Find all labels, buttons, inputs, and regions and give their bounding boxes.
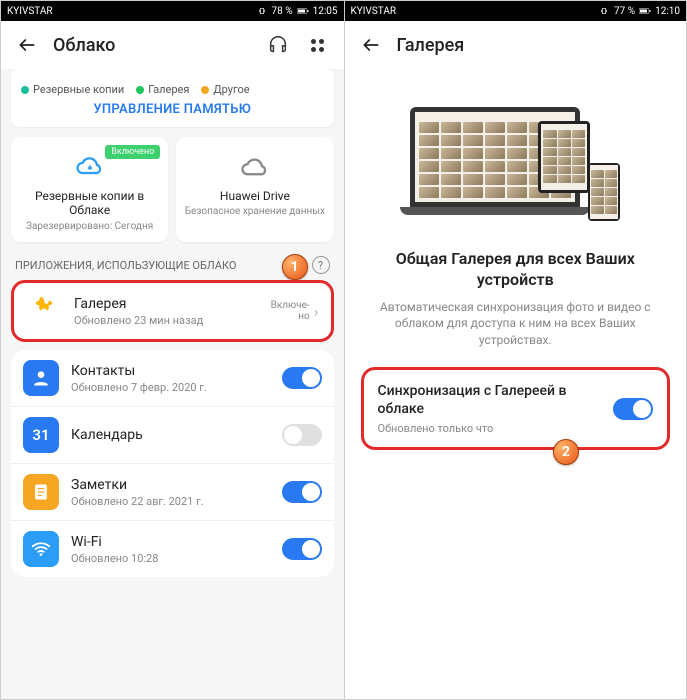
app-row-calendar[interactable]: 31 Календарь (11, 407, 334, 464)
arrow-left-icon (361, 35, 381, 55)
gallery-icon (26, 293, 62, 329)
apps-section-header: ПРИЛОЖЕНИЯ, ИСПОЛЬЗУЮЩИЕ ОБЛАКО 1 ? (11, 256, 334, 280)
legend-gallery: Галерея (148, 83, 189, 96)
navbar: Галерея (345, 21, 687, 69)
backup-card[interactable]: Включено Резервные копии в Облаке Зарезе… (11, 137, 168, 242)
carrier-label: KYIVSTAR (7, 6, 53, 17)
drive-card[interactable]: Huawei Drive Безопасное хранение данных (176, 137, 333, 242)
app-row-notes[interactable]: Заметки Обновлено 22 авг. 2021 г. (11, 464, 334, 521)
back-button[interactable] (13, 31, 41, 59)
contacts-toggle[interactable] (282, 367, 322, 389)
app-row-gallery[interactable]: Галерея Обновлено 23 мин назад Включе- н… (11, 280, 334, 342)
step-badge-1: 1 (282, 254, 308, 280)
menu-button[interactable] (304, 31, 332, 59)
app-name: Календарь (71, 427, 282, 443)
vibrate-icon (256, 7, 268, 15)
content-area: Резервные копии Галерея Другое УПРАВЛЕНИ… (1, 69, 344, 699)
memory-card: Резервные копии Галерея Другое УПРАВЛЕНИ… (11, 69, 334, 127)
phone-right: KYIVSTAR 77 % 12:10 Галерея Общая Гал (344, 1, 687, 699)
content-area: Общая Галерея для всех Ваших устройств А… (345, 69, 687, 699)
headset-icon (267, 34, 289, 56)
app-sub: Обновлено 23 мин назад (74, 314, 271, 327)
battery-label: 78 % (272, 6, 293, 17)
app-row-contacts[interactable]: Контакты Обновлено 7 февр. 2020 г. (11, 350, 334, 407)
app-sub: Обновлено 22 авг. 2021 г. (71, 495, 282, 508)
drive-title: Huawei Drive (220, 189, 290, 203)
enabled-badge: Включено (105, 145, 160, 159)
phone-left: KYIVSTAR 78 % 12:05 Облако Резервные коп… (1, 1, 344, 699)
sync-sub: Обновлено только что (378, 422, 614, 435)
help-button[interactable]: ? (312, 256, 330, 274)
page-title: Облако (53, 35, 252, 56)
carrier-label: KYIVSTAR (351, 6, 397, 17)
backup-title: Резервные копии в Облаке (19, 189, 160, 218)
back-button[interactable] (357, 31, 385, 59)
sync-title: Синхронизация с Галереей в облаке (378, 382, 614, 418)
apps-list: Контакты Обновлено 7 февр. 2020 г. 31 Ка… (11, 350, 334, 577)
wifi-icon (23, 531, 59, 567)
app-name: Галерея (74, 296, 271, 312)
step-badge-2: 2 (553, 439, 579, 465)
app-name: Контакты (71, 363, 282, 379)
app-name: Заметки (71, 477, 282, 493)
arrow-left-icon (17, 35, 37, 55)
cloud-sync-icon (75, 153, 105, 183)
notes-toggle[interactable] (282, 481, 322, 503)
sync-toggle[interactable] (613, 398, 653, 420)
clock-label: 12:10 (655, 6, 680, 17)
legend-backups: Резервные копии (33, 83, 124, 96)
statusbar: KYIVSTAR 77 % 12:10 (345, 1, 687, 21)
calendar-toggle[interactable] (282, 424, 322, 446)
app-name: Wi-Fi (71, 534, 282, 550)
vibrate-icon (598, 7, 610, 15)
storage-legend: Резервные копии Галерея Другое (11, 77, 334, 102)
tablet-illustration (538, 121, 590, 193)
cloud-icon (240, 153, 270, 183)
calendar-icon: 31 (23, 417, 59, 453)
notes-icon (23, 474, 59, 510)
page-title: Галерея (397, 35, 675, 56)
chevron-right-icon: › (314, 302, 319, 321)
phone-illustration (588, 163, 620, 221)
battery-icon (297, 7, 309, 15)
app-status: Включе- но (271, 300, 310, 322)
app-row-wifi[interactable]: Wi-Fi Обновлено 10:28 (11, 521, 334, 577)
support-button[interactable] (264, 31, 292, 59)
clock-label: 12:05 (313, 6, 338, 17)
drive-sub: Безопасное хранение данных (185, 206, 325, 217)
statusbar: KYIVSTAR 78 % 12:05 (1, 1, 344, 21)
app-sub: Обновлено 10:28 (71, 552, 282, 565)
hero-title: Общая Галерея для всех Ваших устройств (361, 249, 671, 291)
navbar: Облако (1, 21, 344, 69)
app-sub: Обновлено 7 февр. 2020 г. (71, 381, 282, 394)
battery-label: 77 % (614, 6, 635, 17)
hero-image (361, 79, 671, 239)
legend-other: Другое (213, 83, 249, 96)
contacts-icon (23, 360, 59, 396)
manage-storage-link[interactable]: УПРАВЛЕНИЕ ПАМЯТЬЮ (11, 102, 334, 117)
battery-icon (639, 7, 651, 15)
sync-card[interactable]: Синхронизация с Галереей в облаке Обновл… (361, 367, 671, 450)
backup-sub: Зарезервировано: Сегодня (26, 221, 153, 232)
wifi-toggle[interactable] (282, 538, 322, 560)
hero-description: Автоматическая синхронизация фото и виде… (361, 299, 671, 349)
section-label: ПРИЛОЖЕНИЯ, ИСПОЛЬЗУЮЩИЕ ОБЛАКО (15, 259, 236, 272)
more-icon (311, 39, 324, 52)
